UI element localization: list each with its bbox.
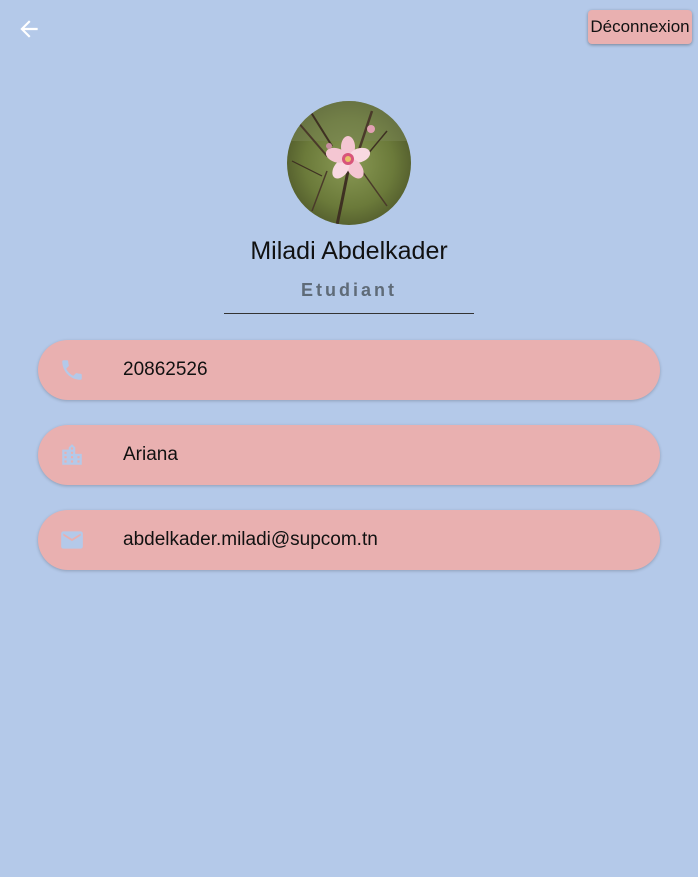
phone-icon (59, 357, 85, 383)
profile-name: Miladi Abdelkader (250, 237, 448, 265)
logout-button[interactable]: Déconnexion (588, 10, 692, 44)
avatar (287, 101, 411, 225)
email-value: abdelkader.miladi@supcom.tn (123, 529, 378, 550)
building-icon (59, 442, 85, 468)
email-card[interactable]: abdelkader.miladi@supcom.tn (38, 510, 660, 570)
phone-value: 20862526 (123, 359, 208, 380)
profile-role: Etudiant (301, 280, 397, 300)
flower-photo (287, 101, 411, 225)
back-button[interactable] (14, 14, 44, 44)
city-value: Ariana (123, 444, 178, 465)
arrow-left-icon (20, 20, 38, 38)
phone-card[interactable]: 20862526 (38, 340, 660, 400)
city-card[interactable]: Ariana (38, 425, 660, 485)
divider (224, 313, 474, 314)
mail-icon (59, 527, 85, 553)
